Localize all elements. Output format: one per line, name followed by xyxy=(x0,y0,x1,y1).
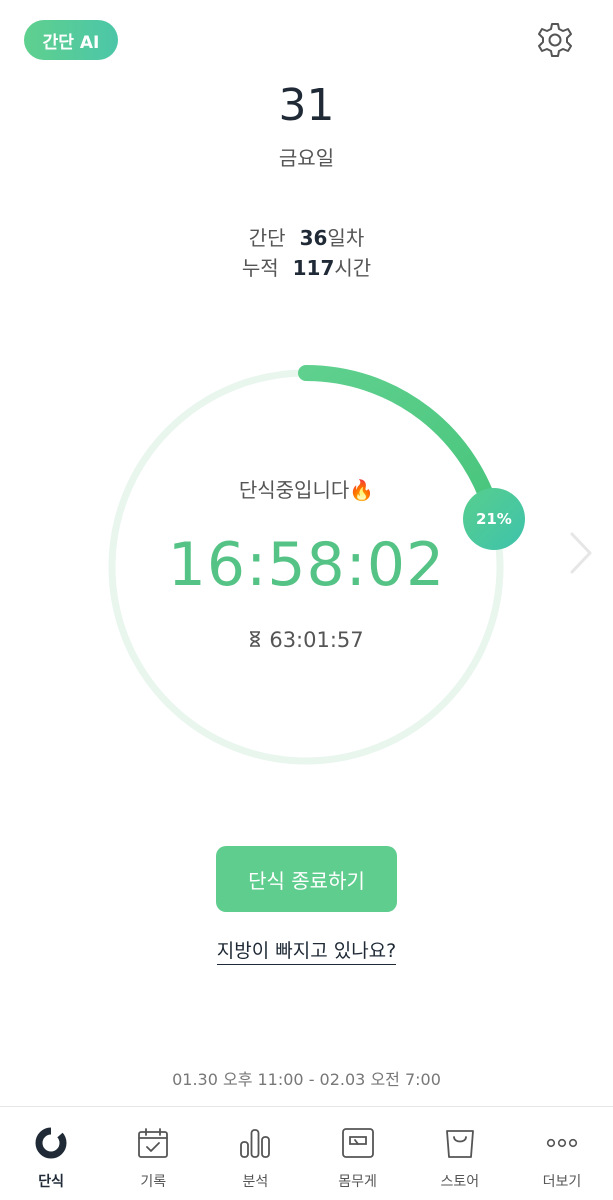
total-hours-stat: 누적 117시간 xyxy=(0,252,613,281)
day-unit: 일차 xyxy=(327,226,365,250)
tab-analysis[interactable]: 분석 xyxy=(204,1107,306,1200)
tab-label: 더보기 xyxy=(542,1174,582,1190)
tab-label: 단식 xyxy=(38,1174,64,1190)
remaining-time: 63:01:57 xyxy=(269,628,364,652)
date-day-number: 31 xyxy=(278,80,335,131)
total-unit: 시간 xyxy=(334,256,372,280)
fat-burning-link[interactable]: 지방이 빠지고 있나요? xyxy=(0,936,613,965)
tab-label: 기록 xyxy=(140,1174,167,1190)
tab-weight[interactable]: 몸무게 xyxy=(307,1107,409,1200)
tab-label: 몸무게 xyxy=(338,1174,377,1190)
fasting-day-stat: 간단 36일차 xyxy=(0,222,613,251)
tab-more[interactable]: 더보기 xyxy=(511,1107,613,1200)
fasting-ring-icon xyxy=(35,1126,67,1159)
day-label: 간단 xyxy=(248,226,286,250)
tab-label: 스토어 xyxy=(440,1174,480,1190)
elapsed-timer: 16:58:02 xyxy=(167,530,446,600)
total-label: 누적 xyxy=(241,256,279,280)
tab-label: 분석 xyxy=(242,1174,269,1190)
date-weekday: 금요일 xyxy=(278,146,335,170)
gear-icon[interactable] xyxy=(535,20,575,60)
remaining-timer: 63:01:57 xyxy=(0,628,613,652)
hourglass-icon xyxy=(250,631,261,647)
total-value: 117 xyxy=(292,256,335,280)
shopping-bag-icon xyxy=(445,1130,474,1158)
tab-fasting[interactable]: 단식 xyxy=(0,1107,102,1200)
fasting-status-text: 단식중입니다🔥 xyxy=(238,478,375,502)
tab-records[interactable]: 기록 xyxy=(102,1107,204,1200)
bar-chart-icon xyxy=(240,1129,271,1158)
fasting-schedule-range: 01.30 오후 11:00 - 02.03 오전 7:00 xyxy=(172,1070,441,1089)
day-value: 36 xyxy=(299,226,328,250)
ai-badge-button[interactable]: 간단 AI xyxy=(24,20,118,60)
bottom-tab-bar: 단식 기록 분석 몸무게 스토어 더보기 xyxy=(0,1106,613,1200)
chevron-right-icon[interactable] xyxy=(566,530,596,576)
end-fasting-button[interactable]: 단식 종료하기 xyxy=(216,846,397,912)
fasting-progress-ring xyxy=(108,365,504,765)
calendar-check-icon xyxy=(138,1128,169,1158)
progress-percent-badge: 21% xyxy=(462,487,525,550)
fat-link-text[interactable]: 지방이 빠지고 있나요? xyxy=(216,940,397,965)
tab-store[interactable]: 스토어 xyxy=(409,1107,511,1200)
scale-icon xyxy=(341,1128,374,1158)
more-icon xyxy=(546,1138,578,1148)
